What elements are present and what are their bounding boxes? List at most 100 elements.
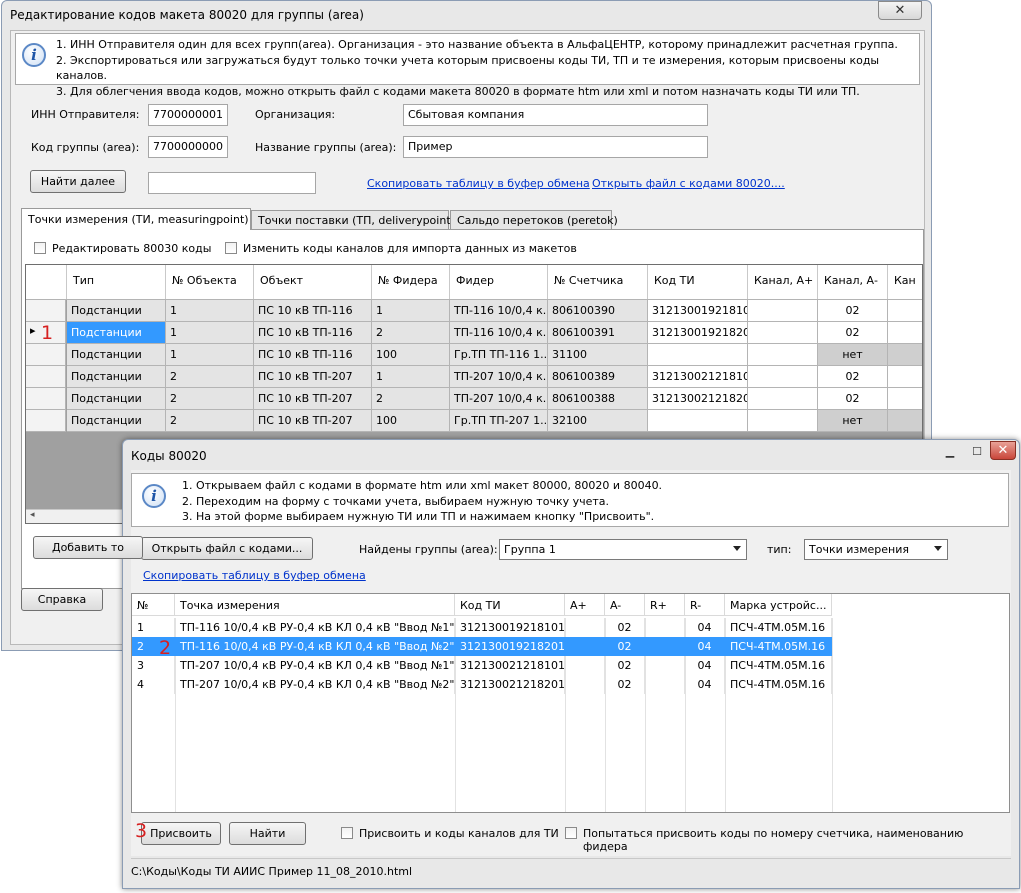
table-cell[interactable]: [648, 344, 748, 366]
table-cell[interactable]: 312130019218101: [648, 300, 748, 322]
col-ti-code[interactable]: Код ТИ: [648, 265, 748, 299]
change-channels-checkbox[interactable]: [225, 242, 237, 254]
row-header[interactable]: [26, 300, 66, 322]
table-cell[interactable]: [888, 344, 922, 366]
table-cell[interactable]: [748, 410, 818, 432]
table-cell[interactable]: [748, 388, 818, 410]
table-cell[interactable]: 31100: [548, 344, 648, 366]
dialog-close-button[interactable]: ✕: [990, 441, 1016, 460]
minimize-button[interactable]: ▁: [936, 442, 964, 461]
type-select[interactable]: Точки измерения: [804, 539, 948, 560]
table-cell[interactable]: 1: [166, 322, 254, 344]
table-cell[interactable]: 2: [372, 322, 450, 344]
table-cell[interactable]: [888, 366, 922, 388]
table-cell[interactable]: [648, 410, 748, 432]
col-a-plus[interactable]: A+: [565, 594, 605, 616]
tab-delivery-points[interactable]: Точки поставки (ТП, deliverypoint): [251, 210, 455, 230]
table-cell[interactable]: 312130021218101: [648, 366, 748, 388]
assign-button[interactable]: Присвоить: [141, 822, 221, 845]
col-device-model[interactable]: Марка устройс...: [725, 594, 832, 616]
table-cell[interactable]: Подстанции: [67, 300, 166, 322]
col-channel-more[interactable]: Кан: [888, 265, 922, 299]
table-cell[interactable]: 806100389: [548, 366, 648, 388]
table-cell[interactable]: 2: [166, 410, 254, 432]
table-row[interactable]: Подстанции 1 ПС 10 кВ ТП-116 1 ТП-116 10/0,4…: [26, 300, 922, 322]
col-channel-a-plus[interactable]: Канал, А+: [748, 265, 818, 299]
table-cell[interactable]: 312130021218201: [648, 388, 748, 410]
table-cell[interactable]: [888, 322, 922, 344]
table-cell[interactable]: ТП-207 10/0,4 к...: [450, 366, 548, 388]
assign-channels-checkbox[interactable]: [341, 827, 353, 839]
table-row[interactable]: Подстанции 2 ПС 10 кВ ТП-207 2 ТП-207 10/0,4…: [26, 388, 922, 410]
add-button[interactable]: Добавить то: [33, 536, 143, 559]
col-r-minus[interactable]: R-: [685, 594, 725, 616]
table-cell[interactable]: ПС 10 кВ ТП-207: [254, 366, 372, 388]
edit-80030-checkbox[interactable]: [34, 242, 46, 254]
table-cell[interactable]: Гр.ТП ТП-207 1...: [450, 410, 548, 432]
table-cell[interactable]: Подстанции: [67, 388, 166, 410]
table-cell[interactable]: 2: [166, 388, 254, 410]
col-meter-no[interactable]: № Счетчика: [548, 265, 648, 299]
table-cell[interactable]: ПС 10 кВ ТП-116: [254, 322, 372, 344]
list-item[interactable]: 3 ТП-207 10/0,4 кВ РУ-0,4 кВ КЛ 0,4 кВ "В…: [132, 656, 1009, 675]
table-row[interactable]: Подстанции 1 ПС 10 кВ ТП-116 100 Гр.ТП ТП-11…: [26, 344, 922, 366]
table-cell[interactable]: 1: [166, 300, 254, 322]
scroll-left-icon[interactable]: ◂: [30, 510, 35, 520]
table-cell[interactable]: 1: [372, 366, 450, 388]
table-cell[interactable]: Подстанции: [67, 322, 166, 344]
col-type[interactable]: Тип: [67, 265, 166, 299]
table-cell[interactable]: [888, 300, 922, 322]
main-close-button[interactable]: ✕: [878, 1, 922, 20]
col-object[interactable]: Объект: [254, 265, 372, 299]
table-cell[interactable]: [748, 300, 818, 322]
table-cell[interactable]: [748, 366, 818, 388]
tab-peretok[interactable]: Сальдо перетоков (peretok): [450, 210, 618, 230]
table-cell[interactable]: [888, 388, 922, 410]
table-cell[interactable]: нет: [818, 344, 888, 366]
table-cell[interactable]: 32100: [548, 410, 648, 432]
col-a-minus[interactable]: A-: [605, 594, 645, 616]
row-header[interactable]: [26, 388, 66, 410]
list-item[interactable]: 4 ТП-207 10/0,4 кВ РУ-0,4 кВ КЛ 0,4 кВ "В…: [132, 675, 1009, 694]
list-item[interactable]: 1 ТП-116 10/0,4 кВ РУ-0,4 кВ КЛ 0,4 кВ "В…: [132, 618, 1009, 637]
find-next-button[interactable]: Найти далее: [30, 170, 126, 193]
col-feeder-no[interactable]: № Фидера: [372, 265, 450, 299]
table-cell[interactable]: Подстанции: [67, 344, 166, 366]
col-feeder[interactable]: Фидер: [450, 265, 548, 299]
table-cell[interactable]: ПС 10 кВ ТП-116: [254, 300, 372, 322]
table-cell[interactable]: 02: [818, 388, 888, 410]
table-cell[interactable]: ПС 10 кВ ТП-116: [254, 344, 372, 366]
table-cell[interactable]: [888, 410, 922, 432]
table-cell[interactable]: [748, 322, 818, 344]
open-codes-file-button[interactable]: Открыть файл с кодами...: [141, 537, 313, 560]
row-header[interactable]: [26, 344, 66, 366]
col-channel-a-minus[interactable]: Канал, А-: [818, 265, 888, 299]
table-cell[interactable]: ТП-116 10/0,4 к...: [450, 322, 548, 344]
row-header[interactable]: [26, 410, 66, 432]
group-code-field[interactable]: 7700000000: [148, 136, 228, 158]
col-ti-code[interactable]: Код ТИ: [455, 594, 565, 616]
col-number[interactable]: №: [132, 594, 175, 616]
table-cell[interactable]: 1: [372, 300, 450, 322]
table-cell[interactable]: ПС 10 кВ ТП-207: [254, 388, 372, 410]
table-cell[interactable]: 02: [818, 366, 888, 388]
inn-field[interactable]: 7700000001: [148, 104, 228, 126]
table-row[interactable]: Подстанции 2 ПС 10 кВ ТП-207 1 ТП-207 10/0,4…: [26, 366, 922, 388]
list-item[interactable]: 2 ТП-116 10/0,4 кВ РУ-0,4 кВ КЛ 0,4 кВ "В…: [132, 637, 832, 656]
table-cell[interactable]: Подстанции: [67, 366, 166, 388]
table-cell[interactable]: 1: [166, 344, 254, 366]
table-cell[interactable]: 100: [372, 410, 450, 432]
col-r-plus[interactable]: R+: [645, 594, 685, 616]
table-cell[interactable]: 2: [166, 366, 254, 388]
table-cell[interactable]: [748, 344, 818, 366]
group-select[interactable]: Группа 1: [499, 539, 747, 560]
table-cell[interactable]: 2: [372, 388, 450, 410]
group-name-field[interactable]: Пример: [403, 136, 708, 158]
table-cell[interactable]: 312130019218201: [648, 322, 748, 344]
col-measuring-point[interactable]: Точка измерения: [175, 594, 455, 616]
table-cell[interactable]: ТП-116 10/0,4 к...: [450, 300, 548, 322]
org-field[interactable]: Сбытовая компания: [403, 104, 708, 126]
table-cell[interactable]: нет: [818, 410, 888, 432]
help-button[interactable]: Справка: [21, 588, 103, 611]
table-cell[interactable]: ПС 10 кВ ТП-207: [254, 410, 372, 432]
